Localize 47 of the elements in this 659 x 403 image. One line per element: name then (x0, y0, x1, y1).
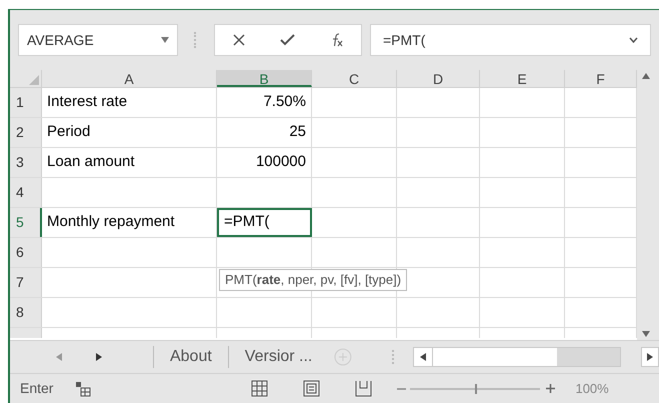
row-header[interactable]: 6 (10, 238, 42, 267)
table-cell: Period (42, 118, 217, 147)
expand-icon[interactable] (629, 37, 638, 43)
formula-field[interactable]: =PMT( (370, 24, 651, 56)
scroll-down-icon[interactable] (642, 330, 650, 338)
column-header[interactable]: B (217, 70, 312, 87)
scroll-left-icon[interactable] (419, 353, 428, 361)
normal-view-icon[interactable] (251, 380, 268, 397)
sheet-tab[interactable]: Versior ... (228, 345, 328, 369)
name-box[interactable]: AVERAGE (18, 24, 178, 56)
zoom-thumb[interactable] (475, 384, 478, 394)
zoom-in-icon[interactable] (546, 384, 556, 393)
scroll-right-icon[interactable] (646, 353, 654, 361)
row-header[interactable]: 4 (10, 178, 42, 207)
row-header[interactable]: 7 (10, 268, 42, 297)
check-icon[interactable] (280, 34, 294, 46)
scroll-up-icon[interactable] (642, 72, 650, 80)
page-break-icon[interactable] (355, 380, 372, 397)
sheet-tab[interactable]: About (154, 345, 228, 369)
row-header[interactable]: 8 (10, 298, 42, 327)
table-cell: Monthly repayment (42, 208, 217, 237)
page-layout-icon[interactable] (303, 380, 320, 397)
zoom-level: 100% (575, 380, 609, 398)
function-tooltip: PMT(rate, nper, pv, [fv], [type]) (219, 269, 408, 291)
active-cell[interactable]: =PMT( (217, 208, 312, 237)
table-cell: Interest rate (42, 88, 217, 117)
horizontal-scrollbar[interactable] (413, 347, 622, 367)
row-header[interactable]: 1 (10, 88, 42, 117)
next-sheet-icon[interactable] (95, 353, 103, 361)
table-cell: 25 (217, 118, 312, 147)
macro-record-icon[interactable] (75, 380, 92, 396)
column-header[interactable]: C (312, 70, 397, 87)
caret-icon[interactable] (161, 36, 169, 44)
cancel-icon[interactable] (232, 34, 244, 46)
column-header[interactable]: D (397, 70, 480, 87)
row-header[interactable]: 2 (10, 118, 42, 147)
scroll-right-button[interactable] (641, 347, 659, 367)
grip-icon (194, 32, 198, 48)
row-header[interactable]: 5 (10, 208, 42, 237)
table-cell: 100000 (217, 148, 312, 177)
formula-text: =PMT( (383, 30, 426, 50)
column-header[interactable]: E (480, 70, 565, 87)
status-mode: Enter (20, 379, 54, 398)
row-header[interactable]: 3 (10, 148, 42, 177)
table-cell: Loan amount (42, 148, 217, 177)
table-cell: 7.50% (217, 88, 312, 117)
name-box-text: AVERAGE (27, 30, 94, 50)
